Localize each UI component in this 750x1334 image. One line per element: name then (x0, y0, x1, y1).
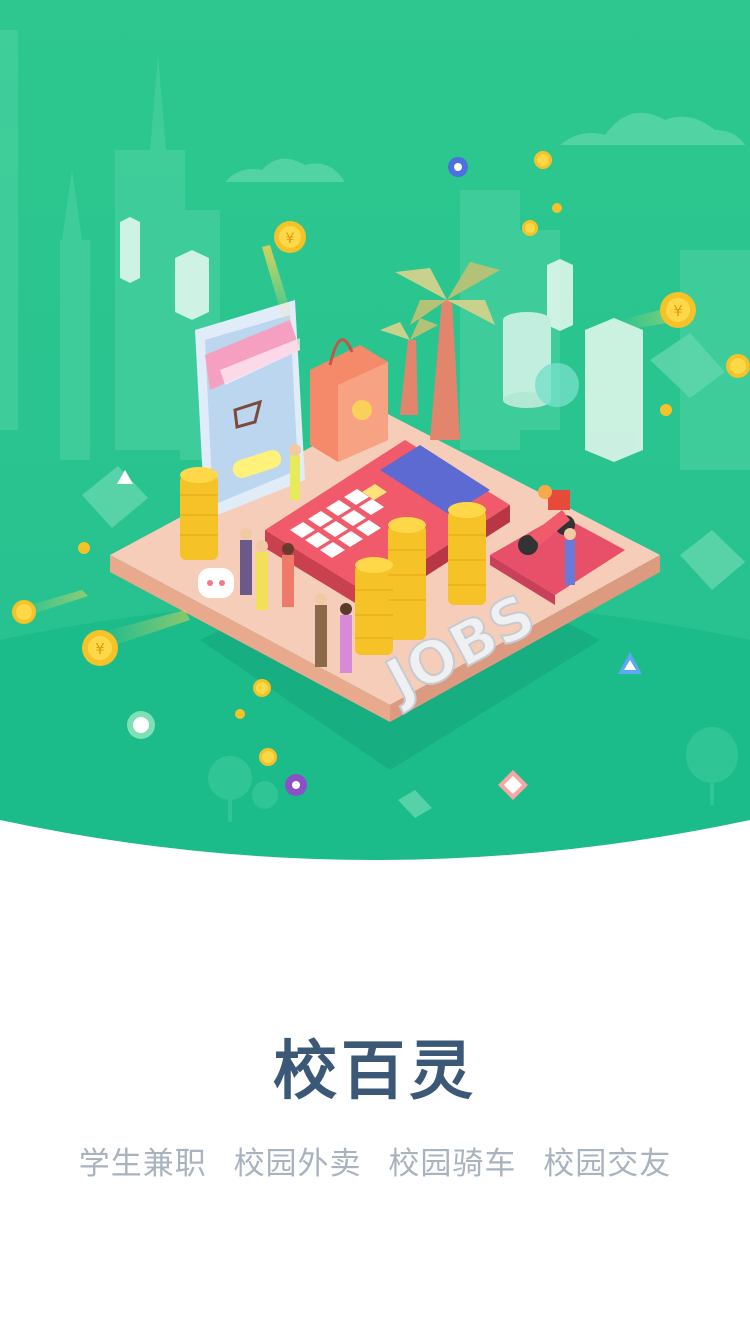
feature-tagline: 学生兼职 校园外卖 校园骑车 校园交友 (0, 1138, 750, 1183)
splash-illustration: JOBS ¥ ¥ ¥ (0, 0, 750, 880)
tag-campus-riding: 校园骑车 (388, 1146, 517, 1182)
svg-text:¥: ¥ (673, 302, 683, 320)
app-title: 校百灵 (273, 1035, 477, 1109)
chat-bubble-icon (198, 568, 234, 598)
tag-campus-delivery: 校园外卖 (233, 1146, 362, 1182)
svg-text:¥: ¥ (95, 640, 105, 658)
svg-text:¥: ¥ (286, 231, 295, 247)
isometric-campus-scene: JOBS ¥ ¥ ¥ (0, 0, 750, 880)
tag-part-time-jobs: 学生兼职 (78, 1146, 207, 1182)
tag-campus-friends: 校园交友 (543, 1146, 672, 1182)
